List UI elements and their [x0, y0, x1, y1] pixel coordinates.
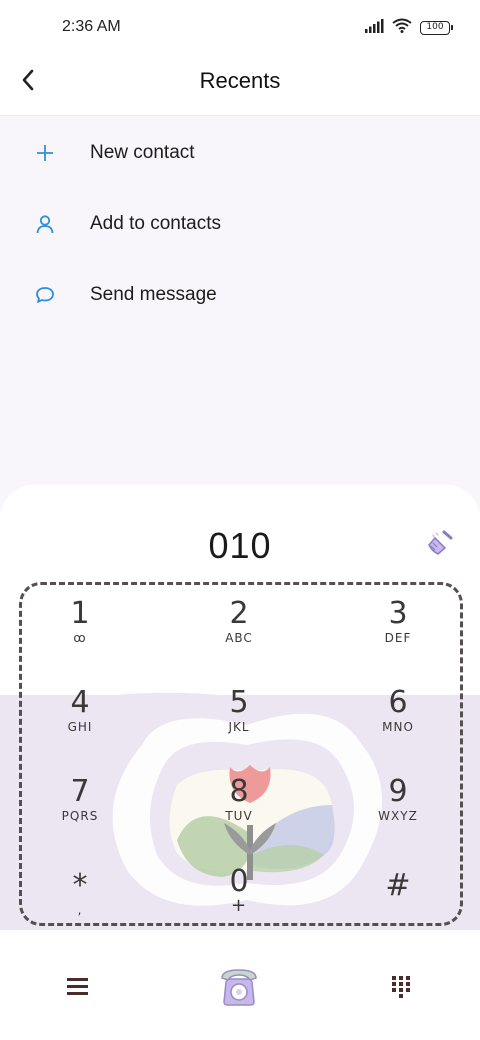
- key-1[interactable]: 1 ꝏ: [35, 597, 125, 667]
- header: Recents: [0, 56, 480, 116]
- bottom-bar: [0, 950, 480, 1040]
- dialed-number: 010: [208, 525, 272, 566]
- key-4[interactable]: 4 GHI: [35, 686, 125, 756]
- key-0[interactable]: 0 +: [194, 865, 284, 935]
- key-digit: *: [72, 868, 88, 903]
- key-digit: 7: [70, 774, 90, 809]
- call-button[interactable]: [216, 964, 262, 1008]
- chat-bubble-icon: [0, 285, 90, 305]
- key-digit: 8: [229, 774, 249, 809]
- menu-button[interactable]: [64, 975, 92, 999]
- page-title: Recents: [199, 68, 281, 93]
- key-digit: 1: [70, 596, 90, 631]
- action-list: New contact Add to contacts Send message: [0, 117, 480, 330]
- key-digit: 9: [388, 774, 408, 809]
- signal-icon: [364, 18, 384, 38]
- key-letters: TUV: [225, 809, 253, 823]
- action-label: Add to contacts: [90, 212, 221, 234]
- key-digit: 0: [229, 864, 249, 899]
- key-letters: ABC: [225, 631, 253, 645]
- key-7[interactable]: 7 PQRS: [35, 775, 125, 845]
- battery-icon: 100: [420, 21, 453, 35]
- key-5[interactable]: 5 JKL: [194, 686, 284, 756]
- status-bar: 2:36 AM 100: [0, 0, 480, 56]
- key-digit: 6: [388, 685, 408, 720]
- dialer-panel: 010 1 ꝏ 2 ABC 3 DEF 4 GHI 5 JKL 6 MNO 7 …: [0, 485, 480, 1040]
- action-label: New contact: [90, 141, 195, 163]
- menu-icon: [64, 978, 92, 1003]
- key-digit: #: [385, 868, 411, 903]
- wifi-icon: [392, 18, 412, 38]
- key-letters: GHI: [67, 720, 93, 734]
- key-letters: JKL: [228, 720, 250, 734]
- action-label: Send message: [90, 283, 217, 305]
- key-8[interactable]: 8 TUV: [194, 775, 284, 845]
- key-letters: DEF: [384, 631, 412, 645]
- key-letters: PQRS: [61, 809, 99, 823]
- key-digit: 3: [388, 596, 408, 631]
- phone-call-icon: [216, 969, 262, 1012]
- plus-icon: [0, 143, 90, 163]
- key-2[interactable]: 2 ABC: [194, 597, 284, 667]
- person-icon: [0, 214, 90, 234]
- key-digit: 4: [70, 685, 90, 720]
- clear-button[interactable]: [426, 529, 454, 557]
- dialpad-icon: [389, 976, 413, 1002]
- key-letters: ,: [77, 903, 83, 917]
- key-letters: MNO: [382, 720, 414, 734]
- status-icons: 100: [364, 18, 453, 38]
- send-message-action[interactable]: Send message: [0, 259, 480, 330]
- key-digit: 5: [229, 685, 249, 720]
- key-3[interactable]: 3 DEF: [353, 597, 443, 667]
- key-letters: WXYZ: [378, 809, 418, 823]
- dialpad-button[interactable]: [389, 974, 413, 998]
- broom-icon: [426, 530, 454, 561]
- key-hash[interactable]: #: [353, 869, 443, 939]
- key-letters: +: [230, 895, 248, 916]
- voicemail-icon: ꝏ: [73, 631, 87, 645]
- key-star[interactable]: * ,: [35, 869, 125, 939]
- key-9[interactable]: 9 WXYZ: [353, 775, 443, 845]
- add-to-contacts-action[interactable]: Add to contacts: [0, 188, 480, 259]
- new-contact-action[interactable]: New contact: [0, 117, 480, 188]
- key-digit: 2: [229, 596, 249, 631]
- key-6[interactable]: 6 MNO: [353, 686, 443, 756]
- status-time: 2:36 AM: [62, 18, 121, 35]
